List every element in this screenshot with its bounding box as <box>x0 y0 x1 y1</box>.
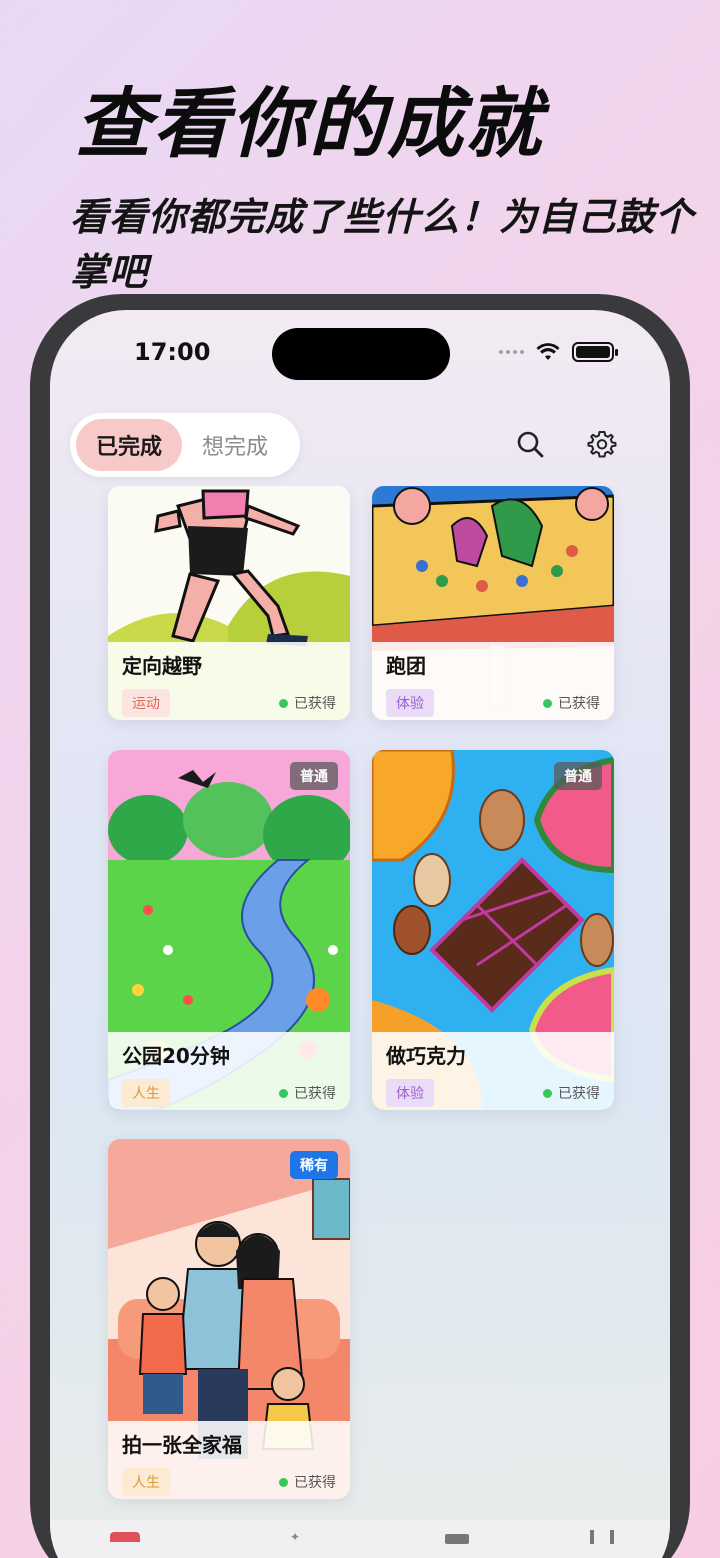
achievement-card[interactable]: 普通 公园20分钟 人生 已获得 <box>108 750 350 1110</box>
achievement-card[interactable]: 稀有 拍一张全家福 人生 已获得 <box>108 1139 350 1499</box>
search-icon <box>517 431 544 458</box>
rarity-badge: 普通 <box>290 762 338 790</box>
category-tag: 人生 <box>122 1079 170 1107</box>
rarity-badge: 普通 <box>554 762 602 790</box>
achievement-card[interactable]: 普通 做巧克力 体验 已获得 <box>372 750 614 1110</box>
promo-subtitle: 看看你都完成了些什么！为自己鼓个掌吧 <box>70 195 695 294</box>
bottom-tab-bar: ✦ <box>50 1520 670 1558</box>
category-tag: 体验 <box>386 689 434 717</box>
dynamic-island <box>272 328 450 380</box>
status-label: 已获得 <box>294 1475 336 1491</box>
settings-button[interactable] <box>584 426 620 462</box>
status-label: 已获得 <box>558 696 600 712</box>
gear-icon <box>587 431 617 458</box>
search-button[interactable] <box>512 426 548 462</box>
category-tag: 运动 <box>122 689 170 717</box>
tab-bar-item[interactable] <box>110 1532 140 1542</box>
card-footer: 公园20分钟 人生 已获得 <box>108 1032 350 1110</box>
status-label: 已获得 <box>294 696 336 712</box>
card-title: 跑团 <box>386 654 426 678</box>
card-title: 做巧克力 <box>386 1044 466 1068</box>
status-dot-icon <box>279 698 288 708</box>
status-label: 已获得 <box>294 1086 336 1102</box>
status-time: 17:00 <box>134 338 211 366</box>
card-title: 公园20分钟 <box>122 1044 230 1068</box>
tab-bar-item[interactable] <box>590 1530 614 1544</box>
status-dot-icon <box>279 1477 288 1487</box>
status-obtained: 已获得 <box>279 693 336 713</box>
tab-switcher: 已完成 想完成 <box>70 413 300 477</box>
app-screen: 17:00 已完成 想完成 定向越野 运动 已获得 跑团 体验 已获得 普通 公… <box>50 310 670 1558</box>
card-footer: 定向越野 运动 已获得 <box>108 642 350 720</box>
signal-icon <box>499 350 524 354</box>
status-dot-icon <box>279 1088 288 1098</box>
card-title: 定向越野 <box>122 654 202 678</box>
tab-bar-item[interactable] <box>445 1534 469 1544</box>
tab-bar-item[interactable]: ✦ <box>290 1530 302 1544</box>
status-obtained: 已获得 <box>279 1472 336 1492</box>
status-label: 已获得 <box>558 1086 600 1102</box>
card-footer: 拍一张全家福 人生 已获得 <box>108 1421 350 1499</box>
achievement-card[interactable]: 定向越野 运动 已获得 <box>108 486 350 720</box>
wifi-icon <box>536 343 560 360</box>
card-title: 拍一张全家福 <box>122 1433 242 1457</box>
achievement-card[interactable]: 跑团 体验 已获得 <box>372 486 614 720</box>
tab-wishlist[interactable]: 想完成 <box>182 419 288 471</box>
status-dot-icon <box>543 1088 552 1098</box>
category-tag: 体验 <box>386 1079 434 1107</box>
card-footer: 跑团 体验 已获得 <box>372 642 614 720</box>
card-footer: 做巧克力 体验 已获得 <box>372 1032 614 1110</box>
status-obtained: 已获得 <box>543 1083 600 1103</box>
category-tag: 人生 <box>122 1468 170 1496</box>
phone-frame: 17:00 已完成 想完成 定向越野 运动 已获得 跑团 体验 已获得 普通 公… <box>30 294 690 1558</box>
status-icons <box>499 342 618 362</box>
tab-completed[interactable]: 已完成 <box>76 419 183 471</box>
rarity-badge: 稀有 <box>290 1151 338 1179</box>
battery-icon <box>572 342 618 362</box>
status-dot-icon <box>543 698 552 708</box>
status-obtained: 已获得 <box>543 693 600 713</box>
promo-title: 查看你的成就 <box>75 79 543 168</box>
status-obtained: 已获得 <box>279 1083 336 1103</box>
achievement-grid: 定向越野 运动 已获得 跑团 体验 已获得 普通 公园20分钟 人生 已获得 普… <box>50 486 670 1536</box>
